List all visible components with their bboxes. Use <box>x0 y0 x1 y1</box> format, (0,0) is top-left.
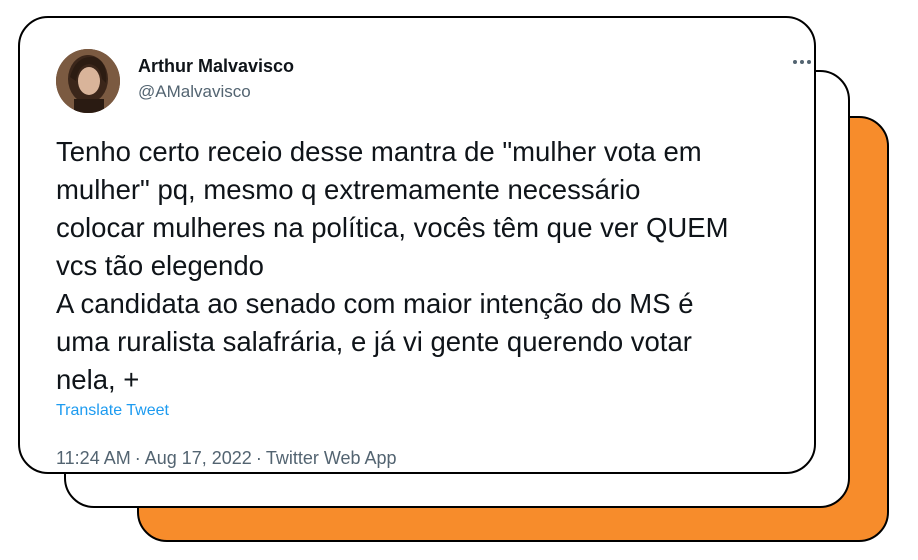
tweet-metadata: 11:24 AM · Aug 17, 2022 · Twitter Web App <box>56 448 397 469</box>
avatar[interactable] <box>56 49 120 113</box>
more-horizontal-icon <box>793 60 797 64</box>
tweet-text-line: uma ruralista salafrária, e já vi gente … <box>56 326 692 357</box>
meta-separator: · <box>255 448 262 468</box>
author-name[interactable]: Arthur Malvavisco <box>138 56 294 77</box>
tweet-text-line: nela, + <box>56 364 140 395</box>
tweet-time[interactable]: 11:24 AM <box>56 448 131 468</box>
tweet-text-line: mulher" pq, mesmo q extremamente necessá… <box>56 174 641 205</box>
tweet-card: Arthur Malvavisco @AMalvavisco Tenho cer… <box>18 16 816 474</box>
more-horizontal-icon <box>807 60 811 64</box>
more-horizontal-icon <box>800 60 804 64</box>
meta-separator: · <box>134 448 141 468</box>
tweet-date[interactable]: Aug 17, 2022 <box>145 448 252 468</box>
tweet-text-line: vcs tão elegendo <box>56 250 264 281</box>
tweet-text-line: colocar mulheres na política, vocês têm … <box>56 212 729 243</box>
tweet-text-line: A candidata ao senado com maior intenção… <box>56 288 694 319</box>
more-options-button[interactable] <box>788 48 816 76</box>
tweet-source[interactable]: Twitter Web App <box>266 448 397 468</box>
tweet-text-line: Tenho certo receio desse mantra de "mulh… <box>56 136 702 167</box>
tweet-screenshot-stage: Arthur Malvavisco @AMalvavisco Tenho cer… <box>0 0 918 560</box>
author-handle[interactable]: @AMalvavisco <box>138 82 251 102</box>
tweet-text: Tenho certo receio desse mantra de "mulh… <box>56 133 796 399</box>
avatar-photo-icon <box>56 49 120 113</box>
translate-tweet-link[interactable]: Translate Tweet <box>56 402 169 420</box>
